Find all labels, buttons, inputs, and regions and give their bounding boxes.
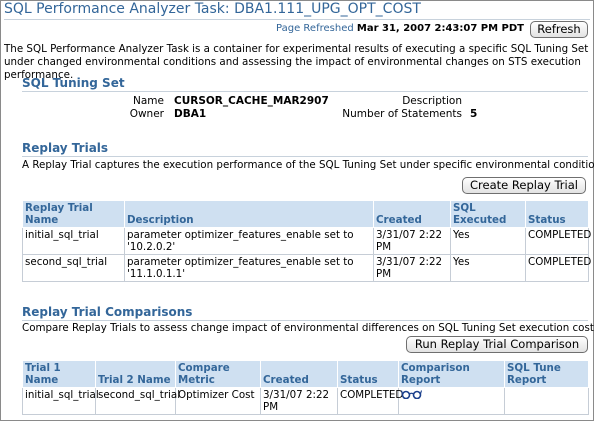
statement-count: 5 — [470, 108, 478, 120]
trial-name-cell: initial_sql_trial — [22, 227, 125, 255]
trial-executed-cell: Yes — [450, 227, 526, 255]
run-replay-trial-comparison-button[interactable]: Run Replay Trial Comparison — [406, 336, 588, 353]
table-row: initial_sql_trial second_sql_trial Optim… — [22, 387, 589, 415]
column-header[interactable]: Created — [373, 200, 451, 228]
column-header[interactable]: Status — [337, 360, 399, 388]
title-divider — [4, 19, 590, 20]
trial-created-cell: 3/31/07 2:22 PM — [373, 227, 451, 255]
column-header[interactable]: Created — [260, 360, 338, 388]
trial-status-cell: COMPLETED — [525, 227, 591, 255]
refresh-button[interactable]: Refresh — [530, 21, 588, 38]
description-label: Description — [402, 95, 462, 107]
created-cell: 3/31/07 2:22 PM — [260, 387, 338, 415]
comparison-report-cell — [398, 387, 505, 415]
column-header[interactable]: Description — [124, 200, 374, 228]
sql-tune-report-cell — [504, 387, 589, 415]
table-header-row: Replay Trial Name Description Created SQ… — [22, 200, 589, 228]
create-replay-trial-button[interactable]: Create Replay Trial — [462, 177, 586, 194]
trial-name-cell: second_sql_trial — [22, 254, 125, 282]
owner-label: Owner — [129, 108, 164, 120]
section-title-comparisons: Replay Trial Comparisons — [22, 305, 193, 319]
replay-trials-table: Replay Trial Name Description Created SQ… — [22, 200, 591, 282]
comparisons-description: Compare Replay Trials to assess change i… — [22, 322, 594, 334]
refreshed-value: Mar 31, 2007 2:43:07 PM PDT — [356, 23, 524, 34]
trial-description-cell: parameter optimizer_features_enable set … — [124, 254, 374, 282]
comparisons-table: Trial 1 Name Trial 2 Name Compare Metric… — [22, 360, 589, 415]
table-header-row: Trial 1 Name Trial 2 Name Compare Metric… — [22, 360, 589, 388]
page-title: SQL Performance Analyzer Task: DBA1.111_… — [4, 1, 421, 17]
glasses-icon[interactable] — [400, 389, 423, 402]
trial2-cell: second_sql_trial — [95, 387, 180, 415]
column-header[interactable]: Status — [525, 200, 589, 228]
section-divider — [22, 320, 588, 321]
column-header[interactable]: Trial 1 Name — [22, 360, 96, 388]
status-cell: COMPLETED — [337, 387, 403, 415]
trial-status-cell: COMPLETED — [525, 254, 591, 282]
section-title-replay-trials: Replay Trials — [22, 141, 109, 155]
tuning-set-name: CURSOR_CACHE_MAR2907 — [174, 95, 329, 107]
trial-description-cell: parameter optimizer_features_enable set … — [124, 227, 374, 255]
column-header[interactable]: Comparison Report — [398, 360, 505, 388]
refreshed-label: Page Refreshed — [276, 23, 354, 34]
section-title-tuning-set: SQL Tuning Set — [22, 76, 125, 90]
trial-created-cell: 3/31/07 2:22 PM — [373, 254, 451, 282]
section-divider — [22, 91, 588, 92]
trial-executed-cell: Yes — [450, 254, 526, 282]
column-header[interactable]: Replay Trial Name — [22, 200, 125, 228]
metric-cell: Optimizer Cost — [175, 387, 261, 415]
table-row: initial_sql_trial parameter optimizer_fe… — [22, 227, 591, 255]
section-divider — [22, 156, 588, 157]
replay-trials-description: A Replay Trial captures the execution pe… — [22, 159, 594, 171]
page-refreshed-info: Page Refreshed Mar 31, 2007 2:43:07 PM P… — [276, 23, 524, 34]
tuning-set-owner: DBA1 — [174, 108, 207, 120]
name-label: Name — [133, 95, 164, 107]
table-row: second_sql_trial parameter optimizer_fea… — [22, 254, 591, 282]
statements-label: Number of Statements — [342, 108, 462, 120]
column-header[interactable]: SQL Executed — [450, 200, 526, 228]
column-header[interactable]: Trial 2 Name — [95, 360, 176, 388]
trial1-cell: initial_sql_trial — [22, 387, 99, 415]
column-header[interactable]: SQL Tune Report — [504, 360, 589, 388]
column-header[interactable]: Compare Metric — [175, 360, 261, 388]
